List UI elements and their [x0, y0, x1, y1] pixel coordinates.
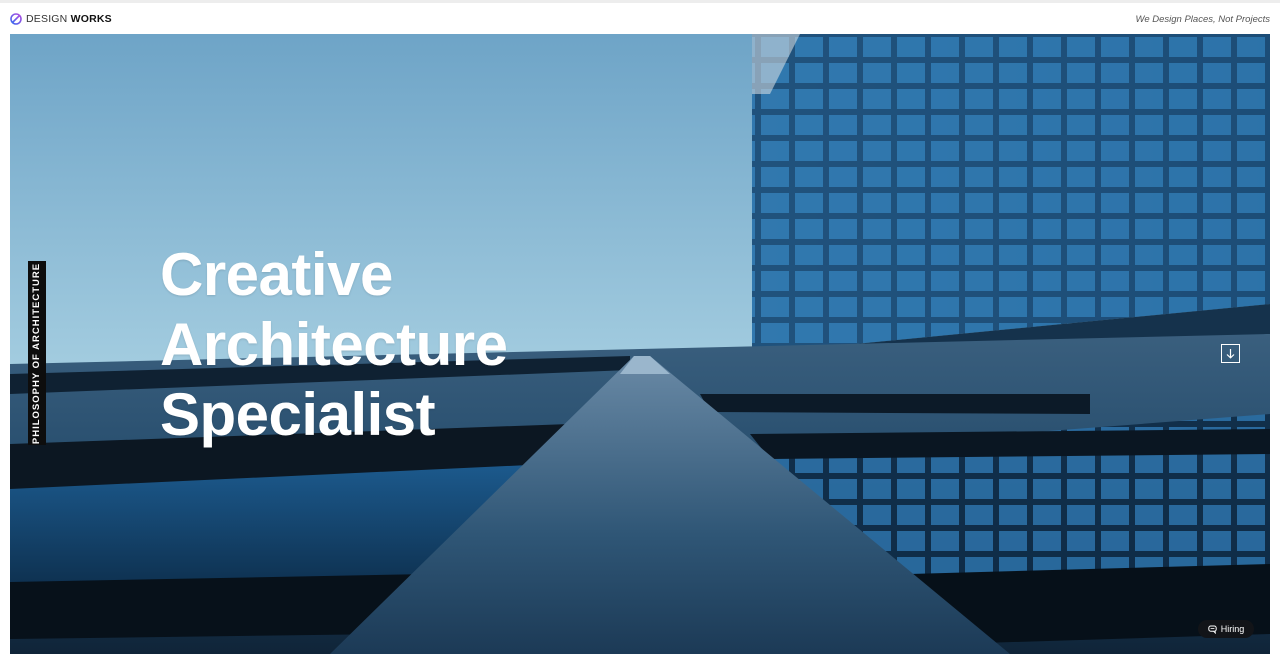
hero-section: PHILOSOPHY OF ARCHITECTURE Creative Arch…	[10, 34, 1270, 654]
headline-line-3: Specialist	[160, 381, 436, 448]
chat-icon	[1208, 625, 1217, 634]
logo-mark-icon	[10, 13, 22, 25]
logo-word-bold: WORKS	[70, 13, 112, 25]
headline-line-1: Creative	[160, 241, 393, 308]
logo-word-light: DESIGN	[26, 13, 68, 25]
header-tagline: We Design Places, Not Projects	[1135, 14, 1270, 25]
scroll-down-button[interactable]	[1221, 344, 1240, 363]
headline-line-2: Architecture	[160, 311, 508, 378]
logo-wordmark: DESIGN WORKS	[26, 13, 112, 25]
side-label-text: PHILOSOPHY OF ARCHITECTURE	[31, 262, 43, 444]
hiring-button[interactable]: Hiring	[1198, 620, 1254, 638]
hero-headline: Creative Architecture Specialist	[160, 240, 508, 450]
top-bar: DESIGN WORKS We Design Places, Not Proje…	[0, 0, 1280, 34]
logo[interactable]: DESIGN WORKS	[10, 11, 112, 27]
side-label: PHILOSOPHY OF ARCHITECTURE	[28, 261, 46, 445]
arrow-down-icon	[1226, 349, 1235, 359]
hiring-label: Hiring	[1220, 624, 1245, 634]
